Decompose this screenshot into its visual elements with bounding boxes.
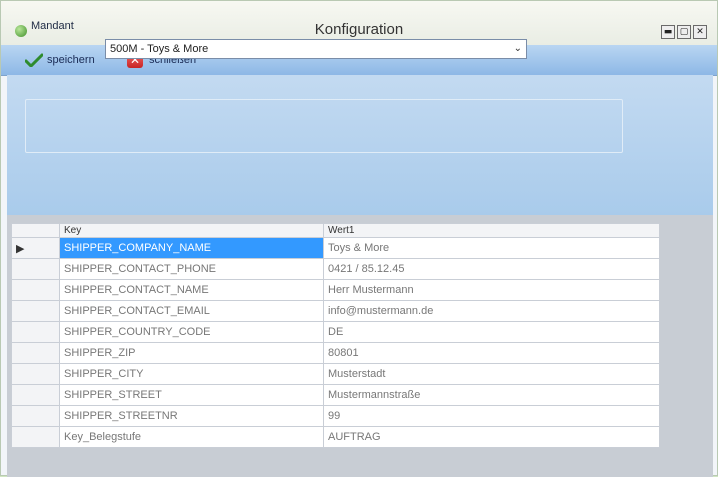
table-row[interactable]: SHIPPER_CITY Musterstadt: [11, 363, 660, 385]
table-row[interactable]: ▶ SHIPPER_COMPANY_NAME Toys & More: [11, 237, 660, 259]
value-cell[interactable]: info@mustermann.de: [323, 300, 660, 322]
mandant-select[interactable]: 500M - Toys & More ⌄: [105, 39, 527, 59]
window-title: Konfiguration: [314, 21, 404, 38]
key-cell[interactable]: SHIPPER_STREET: [59, 384, 324, 406]
row-indicator: ▶: [11, 237, 60, 259]
table-row[interactable]: SHIPPER_CONTACT_NAME Herr Mustermann: [11, 279, 660, 301]
value-cell[interactable]: 0421 / 85.12.45: [323, 258, 660, 280]
key-cell[interactable]: SHIPPER_STREETNR: [59, 405, 324, 427]
grid-empty-area: [659, 223, 713, 477]
row-header-corner: [11, 223, 60, 238]
check-icon: [25, 53, 43, 67]
row-header: [11, 258, 60, 280]
column-header-key[interactable]: Key: [59, 223, 324, 238]
config-table: Key Wert1 ▶ SHIPPER_COMPANY_NAME Toys & …: [11, 223, 660, 448]
mandant-label: Mandant: [31, 20, 74, 32]
mandant-panel: [7, 75, 713, 215]
table-row[interactable]: SHIPPER_ZIP 80801: [11, 342, 660, 364]
table-row[interactable]: SHIPPER_CONTACT_EMAIL info@mustermann.de: [11, 300, 660, 322]
row-header: [11, 300, 60, 322]
row-header: [11, 384, 60, 406]
row-header: [11, 342, 60, 364]
table-row[interactable]: SHIPPER_STREET Mustermannstraße: [11, 384, 660, 406]
maximize-button[interactable]: ▢: [677, 25, 691, 39]
row-header: [11, 363, 60, 385]
key-cell[interactable]: SHIPPER_CITY: [59, 363, 324, 385]
save-button[interactable]: speichern: [25, 51, 95, 69]
configuration-window: Konfiguration ▬ ▢ ✕ speichern ✕ schließe…: [0, 0, 718, 477]
value-cell[interactable]: Mustermannstraße: [323, 384, 660, 406]
row-header: [11, 279, 60, 301]
key-cell[interactable]: Key_Belegstufe: [59, 426, 324, 448]
minimize-button[interactable]: ▬: [661, 25, 675, 39]
column-header-wert1[interactable]: Wert1: [323, 223, 660, 238]
table-row[interactable]: SHIPPER_COUNTRY_CODE DE: [11, 321, 660, 343]
value-cell[interactable]: DE: [323, 321, 660, 343]
value-cell[interactable]: Toys & More: [323, 237, 660, 259]
close-window-button[interactable]: ✕: [693, 25, 707, 39]
table-row[interactable]: Key_Belegstufe AUFTRAG: [11, 426, 660, 448]
value-cell[interactable]: 80801: [323, 342, 660, 364]
key-cell[interactable]: SHIPPER_CONTACT_EMAIL: [59, 300, 324, 322]
value-cell[interactable]: 99: [323, 405, 660, 427]
chevron-down-icon: ⌄: [513, 43, 522, 54]
mandant-select-value: 500M - Toys & More: [110, 43, 209, 55]
table-row[interactable]: SHIPPER_CONTACT_PHONE 0421 / 85.12.45: [11, 258, 660, 280]
value-cell[interactable]: AUFTRAG: [323, 426, 660, 448]
row-header: [11, 426, 60, 448]
key-cell[interactable]: SHIPPER_ZIP: [59, 342, 324, 364]
key-cell[interactable]: SHIPPER_COMPANY_NAME: [59, 237, 324, 259]
save-button-label: speichern: [47, 54, 95, 66]
row-header: [11, 405, 60, 427]
value-cell[interactable]: Musterstadt: [323, 363, 660, 385]
key-cell[interactable]: SHIPPER_CONTACT_PHONE: [59, 258, 324, 280]
key-cell[interactable]: SHIPPER_CONTACT_NAME: [59, 279, 324, 301]
mandant-groupbox: [25, 99, 623, 153]
row-header: [11, 321, 60, 343]
key-cell[interactable]: SHIPPER_COUNTRY_CODE: [59, 321, 324, 343]
value-cell[interactable]: Herr Mustermann: [323, 279, 660, 301]
table-row[interactable]: SHIPPER_STREETNR 99: [11, 405, 660, 427]
window-controls: ▬ ▢ ✕: [661, 25, 707, 39]
